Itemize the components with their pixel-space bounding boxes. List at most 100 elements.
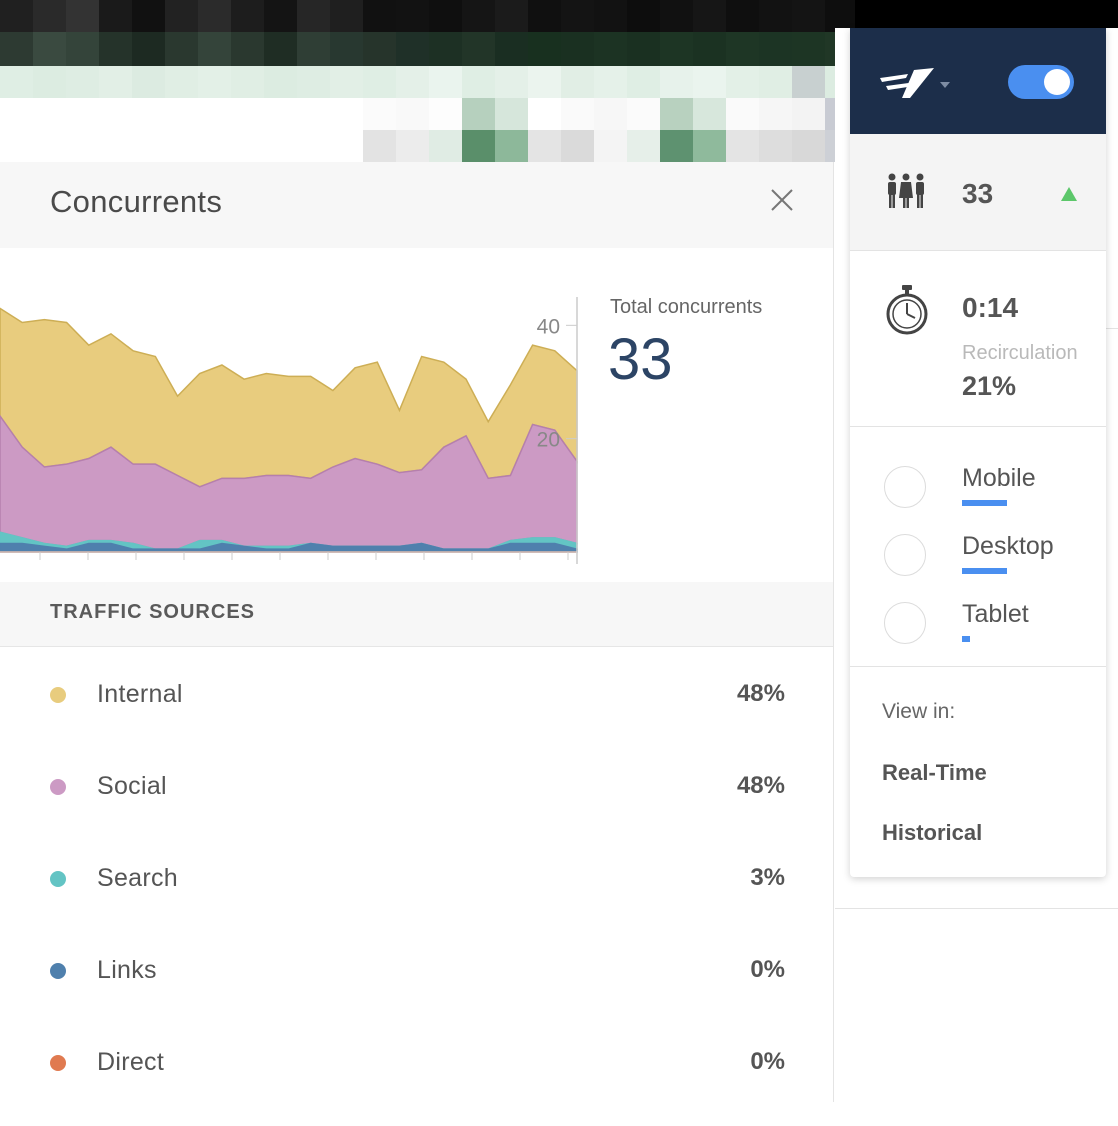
background-pixel xyxy=(396,0,429,32)
internal-color-dot xyxy=(50,687,66,703)
y-tick-label: 40 xyxy=(537,315,560,338)
traffic-source-row-direct[interactable]: Direct 0% xyxy=(0,1034,833,1126)
background-pixel xyxy=(396,130,429,162)
traffic-source-name: Social xyxy=(97,772,167,800)
toggle-knob xyxy=(1044,69,1070,95)
concurrents-summary[interactable]: 33 xyxy=(850,134,1106,251)
traffic-source-row-search[interactable]: Search 3% xyxy=(0,850,833,942)
background-pixel xyxy=(264,0,297,32)
device-share-bar xyxy=(962,500,1007,506)
background-pixel xyxy=(495,66,528,98)
traffic-source-name: Internal xyxy=(97,680,183,708)
background-pixel xyxy=(99,130,132,162)
total-concurrents-value: 33 xyxy=(608,327,673,392)
background-pixel xyxy=(99,66,132,98)
background-pixel xyxy=(594,130,627,162)
search-color-dot xyxy=(50,871,66,887)
traffic-source-name: Direct xyxy=(97,1048,165,1076)
total-concurrents-label: Total concurrents xyxy=(610,296,763,318)
background-pixel xyxy=(726,0,759,32)
background-pixel xyxy=(759,98,792,130)
background-pixel xyxy=(660,130,693,162)
background-pixel xyxy=(726,98,759,130)
stopwatch-icon xyxy=(886,285,928,335)
background-pixelated-strip xyxy=(0,0,855,162)
traffic-source-percent: 48% xyxy=(736,772,785,799)
background-pixel xyxy=(132,32,165,66)
device-toggle-circle[interactable] xyxy=(884,534,926,576)
device-label: Mobile xyxy=(962,464,1036,492)
people-icon xyxy=(888,173,924,208)
background-pixel xyxy=(231,130,264,162)
recirculation-value: 21% xyxy=(962,371,1017,401)
widget-topbar xyxy=(850,28,1106,134)
background-pixel xyxy=(132,98,165,130)
background-pixel xyxy=(33,66,66,98)
close-icon[interactable] xyxy=(766,184,798,216)
background-pixel xyxy=(660,66,693,98)
background-pixel xyxy=(330,0,363,32)
traffic-source-percent: 0% xyxy=(750,956,785,983)
historical-link[interactable]: Historical xyxy=(882,820,982,846)
traffic-source-name: Search xyxy=(97,864,179,892)
background-pixel xyxy=(132,0,165,32)
traffic-source-name: Links xyxy=(97,956,157,984)
background-pixel xyxy=(132,130,165,162)
background-pixel xyxy=(198,130,231,162)
background-pixel xyxy=(231,66,264,98)
engaged-time-summary: 0:14 Recirculation 21% xyxy=(850,250,1106,427)
device-row-mobile[interactable]: Mobile xyxy=(850,454,1106,522)
concurrents-value: 33 xyxy=(962,178,994,209)
background-pixel xyxy=(462,32,495,66)
traffic-source-percent: 48% xyxy=(736,680,785,707)
background-pixel xyxy=(99,0,132,32)
background-pixel xyxy=(561,66,594,98)
traffic-source-row-links[interactable]: Links 0% xyxy=(0,942,833,1034)
background-pixel xyxy=(429,0,462,32)
background-pixel xyxy=(363,0,396,32)
background-pixel xyxy=(528,130,561,162)
direct-color-dot xyxy=(50,1055,66,1071)
background-pixel xyxy=(693,66,726,98)
background-pixel xyxy=(429,130,462,162)
background-pixel xyxy=(792,66,825,98)
background-pixel xyxy=(99,98,132,130)
background-pixel xyxy=(363,130,396,162)
background-pixel xyxy=(693,0,726,32)
background-pixel xyxy=(594,98,627,130)
background-pixel xyxy=(330,98,363,130)
logo-icon[interactable] xyxy=(876,64,956,100)
background-pixel xyxy=(33,0,66,32)
background-pixel xyxy=(330,130,363,162)
background-pixel xyxy=(66,130,99,162)
background-pixel xyxy=(660,32,693,66)
device-toggle-circle[interactable] xyxy=(884,466,926,508)
social-color-dot xyxy=(50,779,66,795)
background-pixel xyxy=(594,66,627,98)
traffic-source-row-social[interactable]: Social 48% xyxy=(0,758,833,850)
background-pixel xyxy=(693,32,726,66)
background-pixel xyxy=(462,66,495,98)
background-pixel xyxy=(396,32,429,66)
background-pixel xyxy=(165,66,198,98)
device-toggle-circle[interactable] xyxy=(884,602,926,644)
traffic-source-row-internal[interactable]: Internal 48% xyxy=(0,666,833,758)
device-row-desktop[interactable]: Desktop xyxy=(850,522,1106,590)
background-pixel xyxy=(726,32,759,66)
background-pixel xyxy=(297,0,330,32)
background-pixel xyxy=(330,66,363,98)
traffic-source-percent: 3% xyxy=(750,864,785,891)
device-row-tablet[interactable]: Tablet xyxy=(850,590,1106,658)
real-time-link[interactable]: Real-Time xyxy=(882,760,987,786)
background-pixel xyxy=(66,0,99,32)
background-pixel xyxy=(759,66,792,98)
background-pixel xyxy=(561,98,594,130)
background-pixel xyxy=(198,98,231,130)
device-share-bar xyxy=(962,568,1007,574)
overlay-toggle-switch[interactable] xyxy=(1008,65,1074,99)
background-pixel xyxy=(561,0,594,32)
background-pixel xyxy=(0,98,33,130)
background-pixel xyxy=(759,130,792,162)
up-arrow-icon xyxy=(1061,187,1077,201)
background-pixel xyxy=(528,66,561,98)
